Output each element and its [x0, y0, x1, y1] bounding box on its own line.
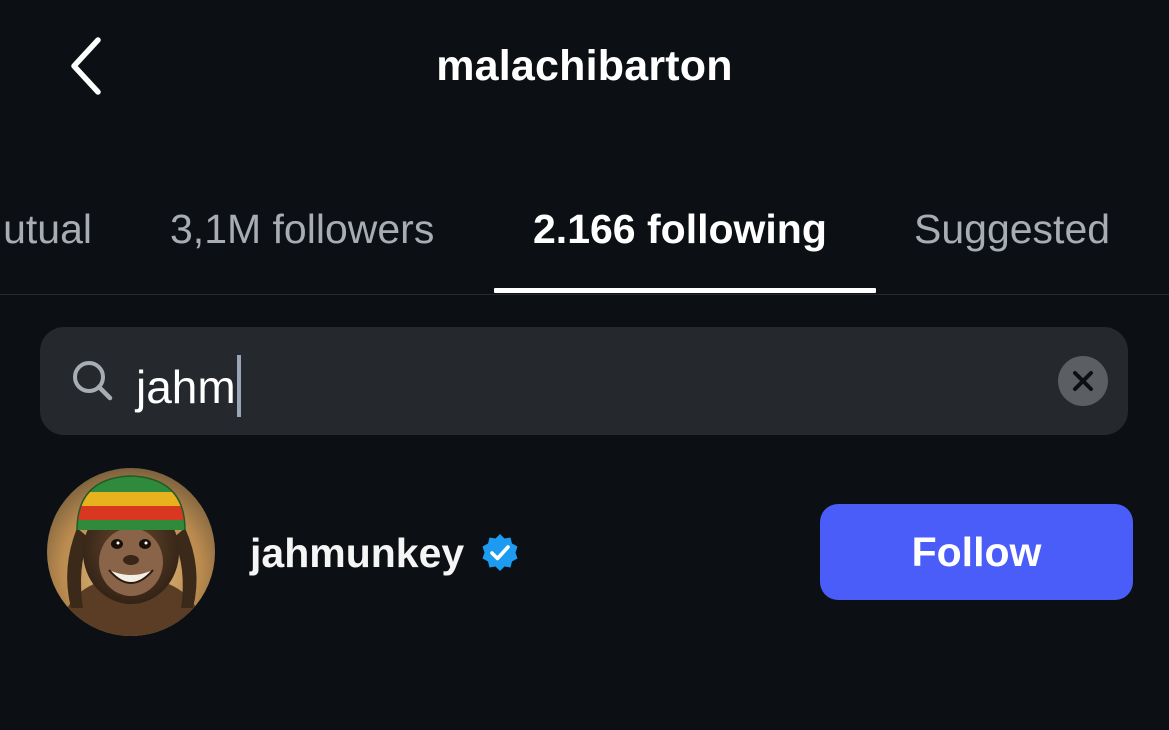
username[interactable]: jahmunkey [250, 528, 464, 578]
follow-button[interactable]: Follow [820, 504, 1133, 600]
search-bar[interactable]: jahm [40, 327, 1128, 435]
clear-search-button[interactable] [1058, 356, 1108, 406]
active-tab-indicator [494, 288, 876, 293]
close-icon [1073, 371, 1093, 391]
page-title: malachibarton [436, 42, 733, 90]
search-input[interactable]: jahm [136, 355, 241, 417]
verified-badge-icon [482, 534, 518, 571]
monkey-avatar-image [47, 468, 215, 636]
tab-followers[interactable]: 3,1M followers [170, 204, 434, 254]
avatar[interactable] [47, 468, 215, 636]
following-list-screen: malachibarton utual 3,1M followers 2.166… [0, 0, 1169, 730]
tab-bar: utual 3,1M followers 2.166 following Sug… [0, 180, 1169, 295]
tab-following[interactable]: 2.166 following [533, 204, 827, 254]
tab-mutual[interactable]: utual [0, 204, 92, 254]
list-item[interactable]: jahmunkey Follow [0, 460, 1169, 650]
text-caret [236, 355, 241, 417]
search-icon [73, 361, 113, 401]
tab-suggested[interactable]: Suggested [914, 204, 1110, 254]
search-input-value: jahm [136, 361, 236, 413]
